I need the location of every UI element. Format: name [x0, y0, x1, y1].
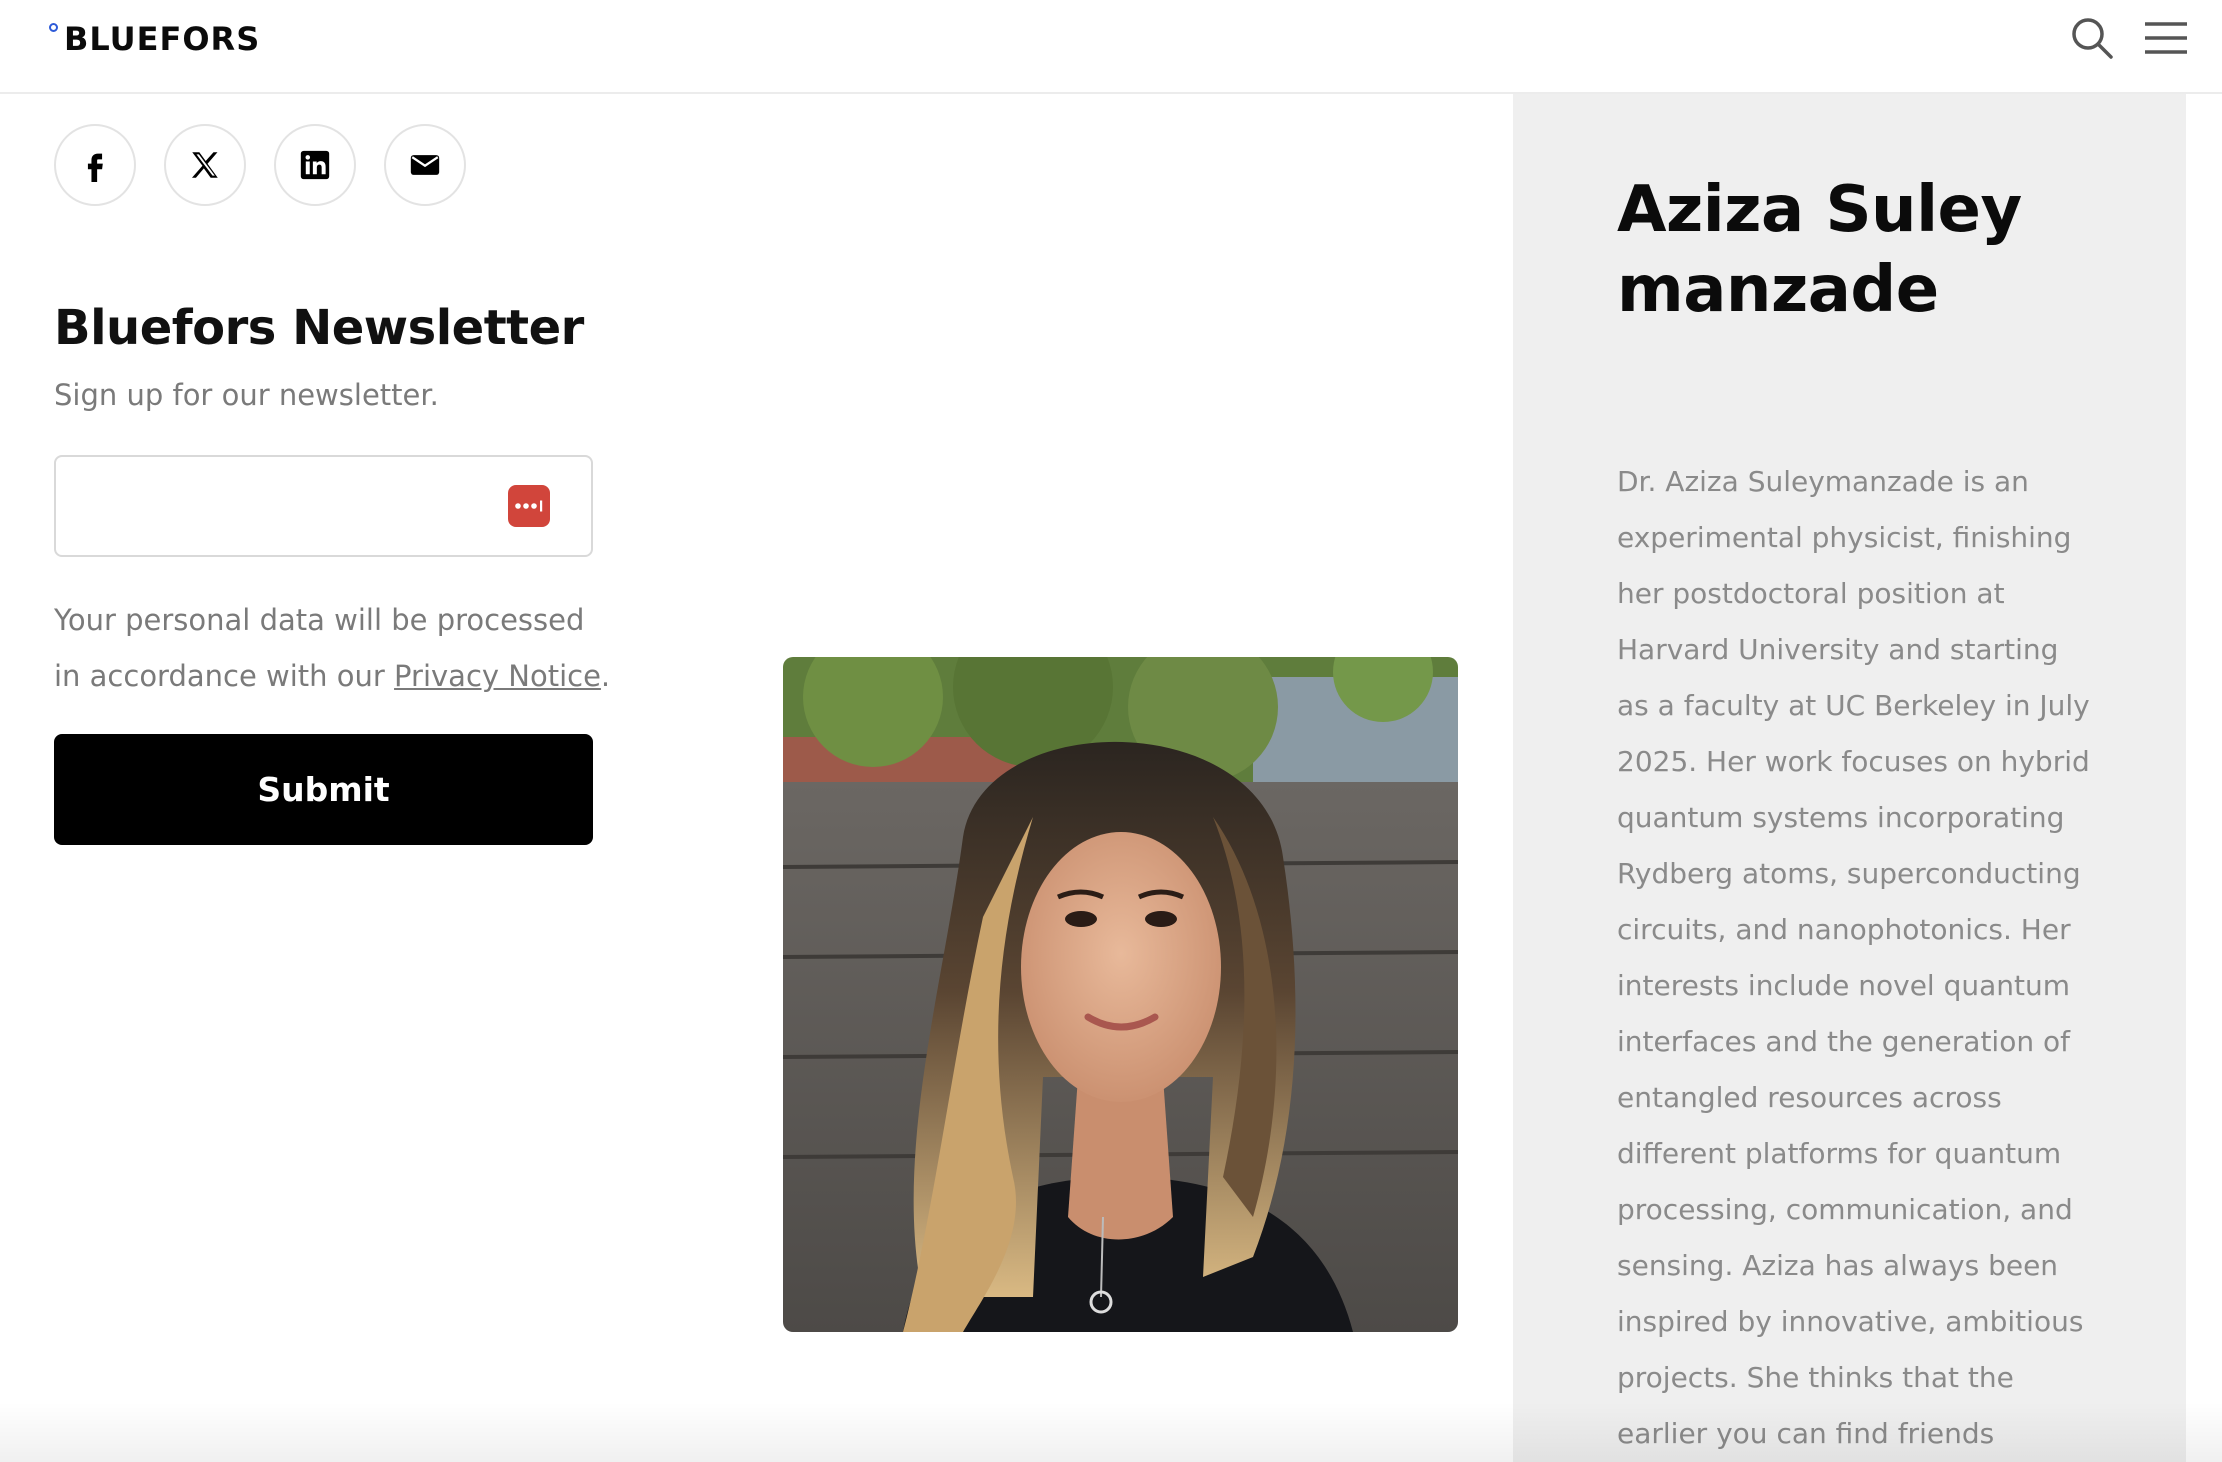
x-icon [191, 152, 218, 178]
search-icon[interactable] [2068, 14, 2116, 62]
newsletter-subtitle: Sign up for our newsletter. [54, 378, 439, 412]
portrait-image [783, 657, 1458, 1332]
email-input[interactable] [76, 457, 500, 557]
newsletter-email-field[interactable] [54, 455, 593, 557]
social-share-buttons [54, 124, 466, 206]
linkedin-icon [300, 150, 330, 180]
privacy-consent-text: Your personal data will be processed in … [54, 603, 611, 693]
submit-button[interactable]: Submit [54, 734, 593, 845]
hamburger-menu-icon[interactable] [2142, 14, 2190, 62]
speaker-name: Aziza Suleymanzade [1617, 173, 2022, 327]
email-icon [410, 155, 440, 175]
dots-cursor-icon [515, 500, 543, 512]
x-share-button[interactable] [164, 124, 246, 206]
bluefors-logo[interactable]: BLUEFORS [49, 20, 260, 58]
profile-photo [783, 657, 1458, 1332]
facebook-icon [87, 153, 103, 182]
speaker-bio-panel: Aziza Suleymanzade Dr. Aziza Suleymanzad… [1513, 94, 2186, 1462]
site-header: BLUEFORS [0, 0, 2222, 94]
password-manager-icon[interactable] [508, 485, 550, 527]
speaker-bio-text: Dr. Aziza Suleymanzade is an experimenta… [1617, 465, 2090, 1450]
bottom-scroll-fade [0, 1402, 2222, 1462]
linkedin-share-button[interactable] [274, 124, 356, 206]
newsletter-title: Bluefors Newsletter [54, 300, 584, 356]
logo-dot [49, 23, 58, 32]
email-share-button[interactable] [384, 124, 466, 206]
facebook-share-button[interactable] [54, 124, 136, 206]
privacy-notice-link[interactable]: Privacy Notice [394, 659, 601, 693]
